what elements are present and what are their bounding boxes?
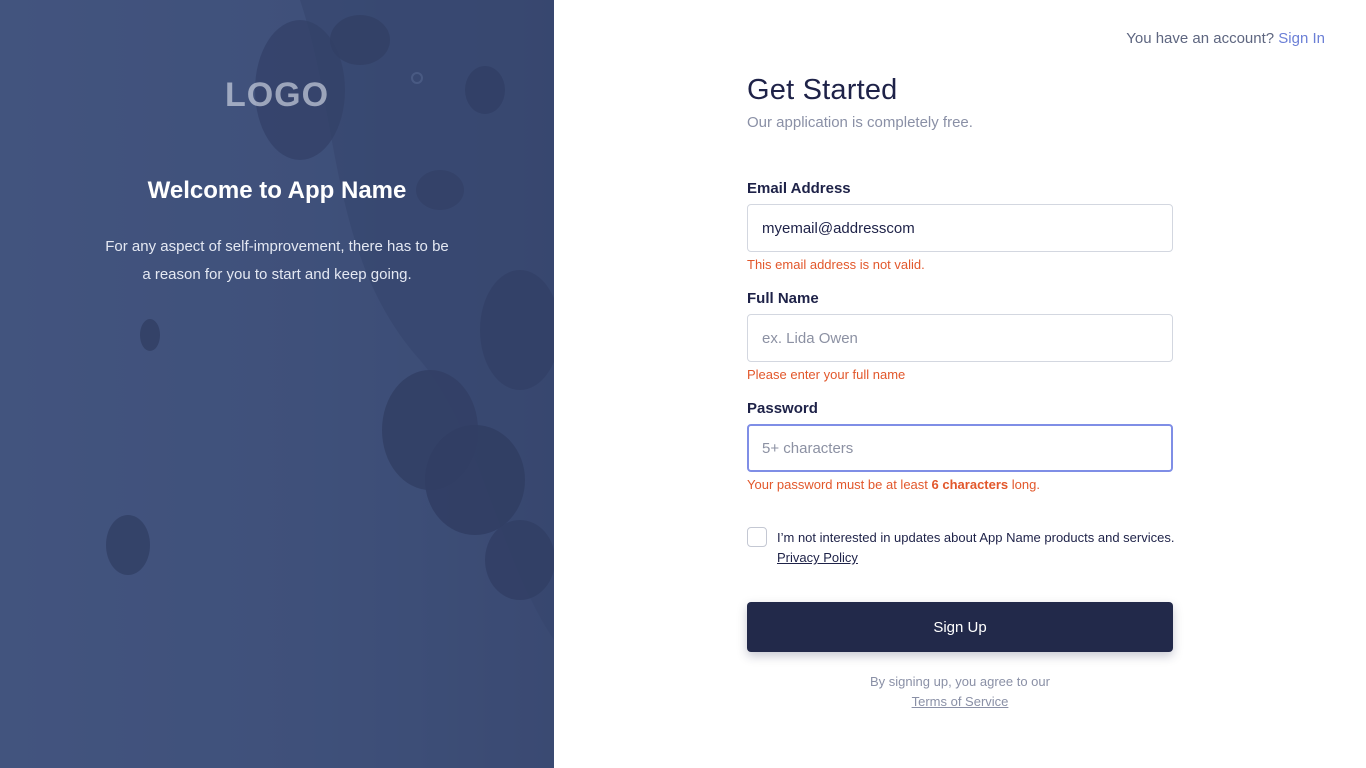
sign-in-link[interactable]: Sign In bbox=[1278, 30, 1325, 47]
page-title: Get Started bbox=[747, 74, 898, 106]
password-error-suffix: long. bbox=[1011, 477, 1040, 492]
account-prompt-text: You have an account? bbox=[1126, 30, 1275, 47]
email-label: Email Address bbox=[747, 180, 851, 197]
hero-overlay bbox=[0, 0, 554, 768]
opt-out-label: I’m not interested in updates about App … bbox=[777, 528, 1174, 568]
hero-panel: LOGO Welcome to App Name For any aspect … bbox=[0, 0, 554, 768]
password-error-emphasis: 6 characters bbox=[931, 477, 1009, 492]
password-label: Password bbox=[747, 400, 818, 417]
logo: LOGO bbox=[224, 76, 330, 114]
email-field[interactable] bbox=[747, 204, 1173, 252]
email-error: This email address is not valid. bbox=[747, 257, 925, 272]
full-name-field[interactable] bbox=[747, 314, 1173, 362]
password-field[interactable] bbox=[747, 424, 1173, 472]
legal-text: By signing up, you agree to our bbox=[870, 674, 1050, 689]
welcome-heading: Welcome to App Name bbox=[147, 177, 407, 204]
sign-up-button[interactable]: Sign Up bbox=[747, 602, 1173, 652]
full-name-label: Full Name bbox=[747, 290, 819, 307]
legal-notice: By signing up, you agree to our Terms of… bbox=[747, 672, 1173, 712]
password-error: Your password must be at least 6 charact… bbox=[747, 477, 1040, 492]
opt-out-checkbox[interactable] bbox=[747, 527, 767, 547]
welcome-tagline: For any aspect of self-improvement, ther… bbox=[105, 238, 449, 283]
page-subtitle: Our application is completely free. bbox=[747, 114, 973, 131]
password-error-prefix: Your password must be at least bbox=[747, 477, 928, 492]
terms-of-service-link[interactable]: Terms of Service bbox=[912, 694, 1009, 709]
full-name-error: Please enter your full name bbox=[747, 367, 906, 382]
form-header: Get Started Our application is completel… bbox=[747, 74, 1207, 131]
privacy-policy-link[interactable]: Privacy Policy bbox=[777, 548, 1174, 568]
opt-out-text: I’m not interested in updates about App … bbox=[777, 530, 1175, 545]
sign-in-prompt: You have an account? Sign In bbox=[1126, 30, 1325, 47]
